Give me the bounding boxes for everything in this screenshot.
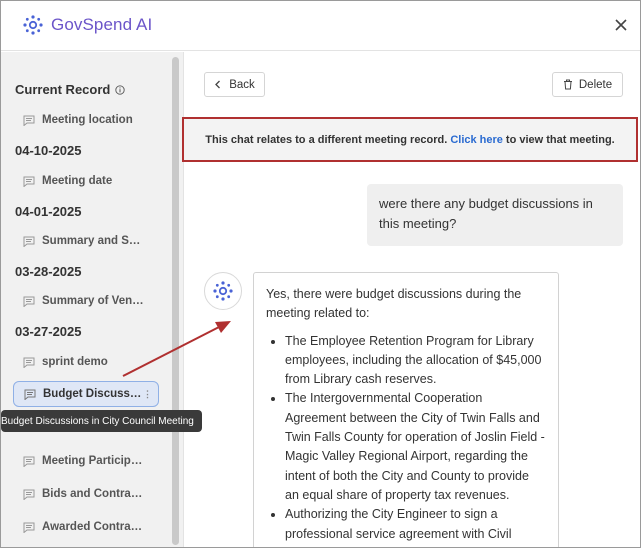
banner-text: This chat relates to a different meeting… [205, 133, 448, 146]
date-heading: 04-01-2025 [15, 204, 82, 219]
sidebar-item-label: Summary of Vendors [42, 295, 146, 307]
user-message: were there any budget discussions in thi… [367, 184, 623, 246]
chat-icon [23, 489, 35, 500]
brand: GovSpend AI [23, 15, 152, 35]
sidebar-item-label: Meeting Participants [42, 455, 146, 467]
banner-text-after: to view that meeting. [505, 133, 615, 146]
logo-icon [23, 15, 43, 35]
chat-icon [23, 296, 35, 307]
list-item: The Intergovernmental Cooperation Agreem… [285, 389, 546, 505]
chat-icon [23, 522, 35, 533]
sidebar-item-label: Meeting location [42, 114, 133, 126]
close-icon[interactable] [614, 18, 628, 32]
sidebar-item-meeting-date[interactable]: Meeting date [13, 168, 159, 194]
info-icon[interactable] [115, 84, 126, 95]
sidebar-item-label: sprint demo [42, 356, 108, 368]
more-options-icon[interactable]: ⋮ [143, 389, 152, 400]
sidebar: Current Record Meeting location 04-10-20… [1, 52, 184, 547]
chat-icon [23, 236, 35, 247]
bot-avatar [204, 272, 242, 310]
sidebar-item-label: Awarded Contract Details [42, 521, 146, 533]
list-item: Authorizing the City Engineer to sign a … [285, 505, 546, 544]
app-name: GovSpend AI [51, 15, 153, 34]
different-meeting-banner: This chat relates to a different meeting… [182, 117, 638, 162]
sidebar-item-awarded-contract[interactable]: Awarded Contract Details [13, 514, 159, 540]
chevron-left-icon [215, 80, 221, 89]
sidebar-scrollbar[interactable] [172, 57, 179, 545]
list-item: The Employee Retention Program for Libra… [285, 332, 546, 390]
sidebar-item-summary-vendors[interactable]: Summary of Vendors [13, 288, 159, 314]
date-heading: 03-27-2025 [15, 324, 82, 339]
sidebar-item-label: Summary and Sentiment [42, 235, 146, 247]
chat-icon [23, 115, 35, 126]
chat-icon [23, 456, 35, 467]
app-window: GovSpend AI Current Record Meeting locat… [0, 0, 641, 548]
bot-points-list: The Employee Retention Program for Libra… [266, 332, 546, 544]
section-title-text: Current Record [15, 82, 111, 97]
bot-intro: Yes, there were budget discussions durin… [266, 287, 522, 321]
bot-logo-icon [213, 281, 233, 301]
delete-button[interactable]: Delete [552, 72, 623, 97]
back-label: Back [229, 78, 255, 91]
sidebar-item-label: Meeting date [42, 175, 113, 187]
date-heading: 04-10-2025 [15, 143, 82, 158]
sidebar-item-budget-discussions[interactable]: Budget Discussions in City Council Meeti… [13, 381, 159, 407]
header: GovSpend AI [1, 1, 640, 51]
bot-message: Yes, there were budget discussions durin… [253, 272, 559, 547]
trash-icon [563, 79, 572, 90]
back-button[interactable]: Back [204, 72, 265, 97]
sidebar-item-meeting-location[interactable]: Meeting location [13, 107, 159, 133]
sidebar-section-title: Current Record [15, 82, 126, 97]
sidebar-item-bids-contracts[interactable]: Bids and Contracts [13, 481, 159, 507]
sidebar-item-sprint-demo[interactable]: sprint demo [13, 349, 159, 375]
sidebar-item-summary-sentiment[interactable]: Summary and Sentiment [13, 228, 159, 254]
chat-icon [23, 357, 35, 368]
chat-icon [23, 176, 35, 187]
sidebar-item-meeting-participants[interactable]: Meeting Participants [13, 448, 159, 474]
chat-icon [24, 389, 36, 400]
banner-link[interactable]: Click here [450, 134, 503, 146]
sidebar-item-label: Bids and Contracts [42, 488, 146, 500]
date-heading: 03-28-2025 [15, 264, 82, 279]
sidebar-item-label: Budget Discussions in City Council Meeti… [43, 388, 143, 400]
delete-label: Delete [578, 78, 613, 91]
sidebar-item-tooltip: Budget Discussions in City Council Meeti… [1, 410, 202, 432]
